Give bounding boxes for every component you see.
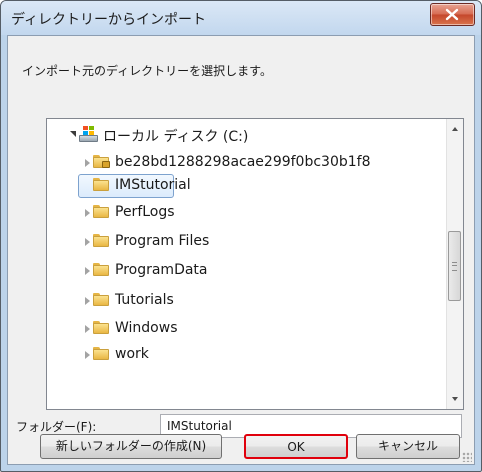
close-icon <box>445 8 459 21</box>
vertical-scrollbar[interactable] <box>446 119 463 409</box>
tree-item-folder[interactable]: be28bd1288298acae299f0bc30b1f8 <box>47 151 437 175</box>
tree-item-folder[interactable]: Tutorials <box>47 289 437 313</box>
scrollbar-thumb[interactable] <box>448 231 461 301</box>
tree-item-local-disk[interactable]: ローカル ディスク (C:) <box>47 123 437 147</box>
tree-item-label: PerfLogs <box>115 204 175 220</box>
tree-item-folder-selected[interactable]: IMStutorial <box>47 174 437 198</box>
title-bar[interactable]: ディレクトリーからインポート <box>1 1 481 35</box>
tree-item-label: ローカル ディスク (C:) <box>103 129 249 145</box>
folder-icon <box>93 263 109 276</box>
expand-arrow-icon[interactable] <box>85 351 90 359</box>
close-button[interactable] <box>430 3 475 26</box>
drive-icon <box>79 125 99 143</box>
tree-item-label: Program Files <box>115 233 210 249</box>
tree-item-label: work <box>115 346 149 362</box>
folder-field-label: フォルダー(F): <box>16 420 97 434</box>
tree-item-folder[interactable]: PerfLogs <box>47 201 437 225</box>
scroll-up-icon[interactable] <box>452 127 458 131</box>
window-title: ディレクトリーからインポート <box>11 12 207 28</box>
folder-icon <box>93 347 109 360</box>
cancel-button[interactable]: キャンセル <box>356 434 460 459</box>
folder-icon <box>93 321 109 334</box>
dialog-body: インポート元のディレクトリーを選択します。 ローカル ディスク (C:) be2… <box>7 35 475 465</box>
scroll-down-icon[interactable] <box>452 397 458 401</box>
tree-item-label: be28bd1288298acae299f0bc30b1f8 <box>115 154 371 170</box>
locked-folder-icon <box>93 155 110 168</box>
tree-item-label: IMStutorial <box>115 177 191 193</box>
expand-arrow-icon[interactable] <box>85 238 90 246</box>
folder-icon <box>93 178 109 191</box>
folder-icon <box>93 293 109 306</box>
expand-arrow-icon[interactable] <box>85 209 90 217</box>
resize-grip-icon[interactable] <box>462 452 472 462</box>
expand-arrow-icon[interactable] <box>85 159 90 167</box>
tree-item-label: Windows <box>115 320 178 336</box>
tree-item-folder[interactable]: Program Files <box>47 230 437 254</box>
folder-icon <box>93 234 109 247</box>
tree-item-label: ProgramData <box>115 262 208 278</box>
dialog-window: ディレクトリーからインポート インポート元のディレクトリーを選択します。 ローカ… <box>0 0 482 472</box>
tree-item-label: Tutorials <box>115 292 174 308</box>
new-folder-button[interactable]: 新しいフォルダーの作成(N) <box>40 434 222 459</box>
tree-item-folder[interactable]: work <box>47 343 437 367</box>
folder-icon <box>93 205 109 218</box>
instruction-text: インポート元のディレクトリーを選択します。 <box>22 64 272 78</box>
grip-icon <box>452 262 457 271</box>
folder-tree[interactable]: ローカル ディスク (C:) be28bd1288298acae299f0bc3… <box>46 118 464 410</box>
expand-arrow-icon[interactable] <box>85 267 90 275</box>
tree-item-folder[interactable]: ProgramData <box>47 259 437 283</box>
expand-arrow-icon[interactable] <box>70 131 76 137</box>
ok-button[interactable]: OK <box>244 434 348 459</box>
tree-item-folder[interactable]: Windows <box>47 317 437 341</box>
expand-arrow-icon[interactable] <box>85 325 90 333</box>
expand-arrow-icon[interactable] <box>85 297 90 305</box>
